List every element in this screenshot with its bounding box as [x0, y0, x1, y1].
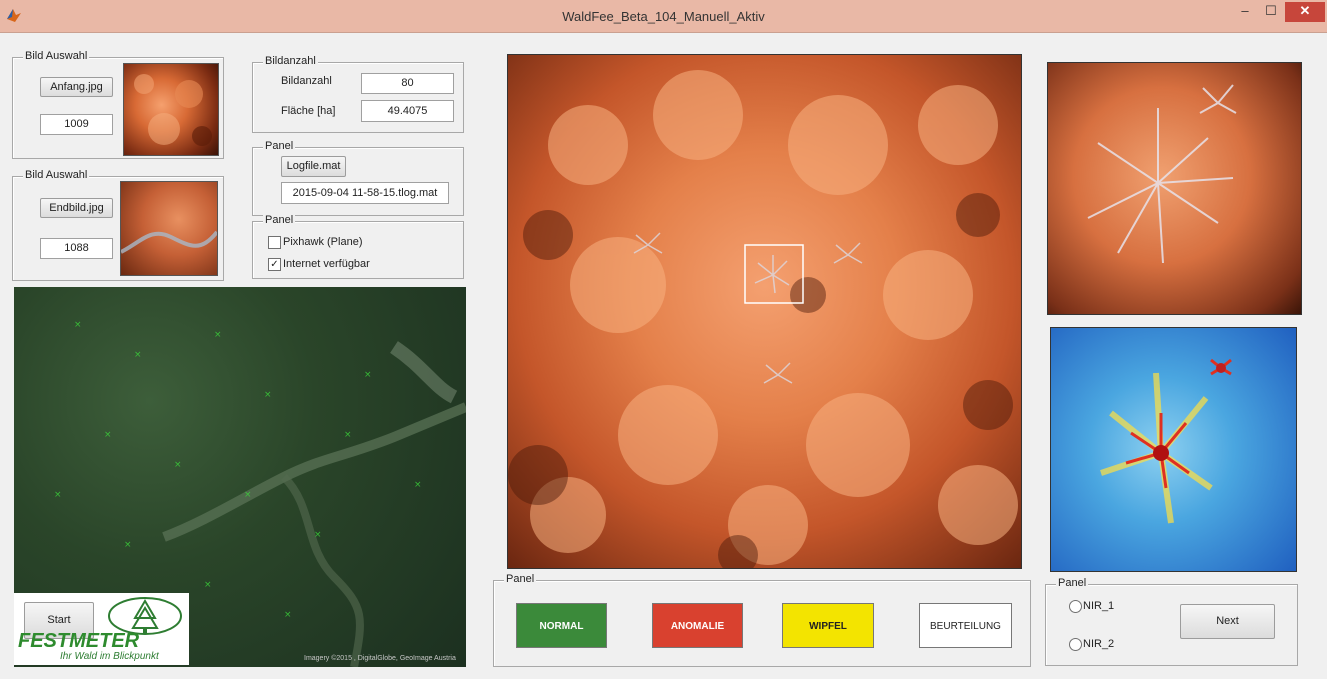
nir1-radio[interactable]: [1069, 600, 1082, 613]
normal-button[interactable]: NORMAL: [516, 603, 607, 648]
svg-text:×: ×: [124, 540, 132, 550]
svg-text:×: ×: [364, 370, 372, 380]
internet-checkbox[interactable]: ✓: [268, 258, 281, 271]
internet-label: Internet verfügbar: [283, 258, 370, 270]
bildanzahl-panel: Bildanzahl Bildanzahl 80 Fläche [ha] 49.…: [252, 55, 464, 133]
panel-legend: Bildanzahl: [263, 55, 318, 67]
nir1-label: NIR_1: [1083, 600, 1115, 612]
svg-text:×: ×: [214, 330, 222, 340]
options-panel: Panel Pixhawk (Plane) ✓ Internet verfügb…: [252, 214, 464, 279]
maximize-button[interactable]: ☐: [1258, 2, 1284, 22]
anfang-image-button[interactable]: Anfang.jpg: [40, 77, 113, 97]
svg-text:×: ×: [54, 490, 62, 500]
heatmap-texture: [1100, 358, 1232, 524]
nir2-label: NIR_2: [1083, 638, 1115, 650]
svg-text:×: ×: [174, 460, 182, 470]
main-forest-image[interactable]: [507, 54, 1022, 569]
bildanzahl-field[interactable]: 80: [361, 73, 454, 94]
nir2-radio[interactable]: [1069, 638, 1082, 651]
svg-text:×: ×: [244, 490, 252, 500]
svg-text:×: ×: [264, 390, 272, 400]
logo-subtitle: Ihr Wald im Blickpunkt: [60, 651, 159, 662]
logfile-button[interactable]: Logfile.mat: [281, 156, 346, 177]
anomalie-button[interactable]: ANOMALIE: [652, 603, 743, 648]
zoomed-crop-image: [1047, 62, 1302, 315]
nir-panel: Panel NIR_1 NIR_2 Next: [1045, 577, 1298, 666]
svg-text:×: ×: [414, 480, 422, 490]
svg-text:×: ×: [104, 430, 112, 440]
minimize-button[interactable]: –: [1232, 2, 1258, 22]
panel-legend: Bild Auswahl: [23, 169, 90, 181]
thumbnail-texture: [134, 74, 212, 146]
bildanzahl-label: Bildanzahl: [281, 75, 332, 87]
svg-text:×: ×: [134, 350, 142, 360]
end-image-thumbnail: [120, 181, 218, 276]
logfile-panel: Panel Logfile.mat 2015-09-04 11-58-15.tl…: [252, 140, 464, 216]
logo-title: FESTMETER: [18, 630, 140, 652]
svg-text:×: ×: [314, 530, 322, 540]
svg-text:×: ×: [344, 430, 352, 440]
thumbnail-river: [121, 230, 217, 254]
panel-legend: Panel: [263, 140, 296, 152]
window-title: WaldFee_Beta_104_Manuell_Aktiv: [562, 9, 765, 24]
map-attribution: Imagery ©2015 , DigitalGlobe, GeoImage A…: [304, 655, 456, 662]
wipfel-button[interactable]: WIPFEL: [782, 603, 874, 648]
nir-heatmap-image: [1050, 327, 1297, 572]
panel-legend: Bild Auswahl: [23, 50, 90, 62]
logfile-path-field[interactable]: 2015-09-04 11-58-15.tlog.mat: [281, 182, 449, 204]
start-image-thumbnail: [123, 63, 219, 156]
pixhawk-checkbox[interactable]: [268, 236, 281, 249]
svg-text:×: ×: [204, 580, 212, 590]
zoomed-branch-texture: [1087, 84, 1237, 264]
close-button[interactable]: ✕: [1285, 2, 1325, 22]
forest-texture: [508, 70, 1018, 568]
end-frame-field[interactable]: 1088: [40, 238, 113, 259]
bild-auswahl-panel-start: Bild Auswahl Anfang.jpg 1009: [12, 50, 224, 159]
svg-text:×: ×: [284, 610, 292, 620]
svg-text:×: ×: [74, 320, 82, 330]
endbild-image-button[interactable]: Endbild.jpg: [40, 198, 113, 218]
panel-legend: Panel: [263, 214, 296, 226]
beurteilung-button[interactable]: BEURTEILUNG: [919, 603, 1012, 648]
pixhawk-label: Pixhawk (Plane): [283, 236, 363, 248]
title-bar: WaldFee_Beta_104_Manuell_Aktiv – ☐ ✕: [0, 0, 1327, 33]
panel-legend: Panel: [504, 573, 537, 585]
panel-legend: Panel: [1056, 577, 1089, 589]
next-button[interactable]: Next: [1180, 604, 1275, 639]
bild-auswahl-panel-end: Bild Auswahl Endbild.jpg 1088: [12, 169, 224, 281]
start-frame-field[interactable]: 1009: [40, 114, 113, 135]
flaeche-field[interactable]: 49.4075: [361, 100, 454, 122]
flaeche-label: Fläche [ha]: [281, 105, 336, 117]
